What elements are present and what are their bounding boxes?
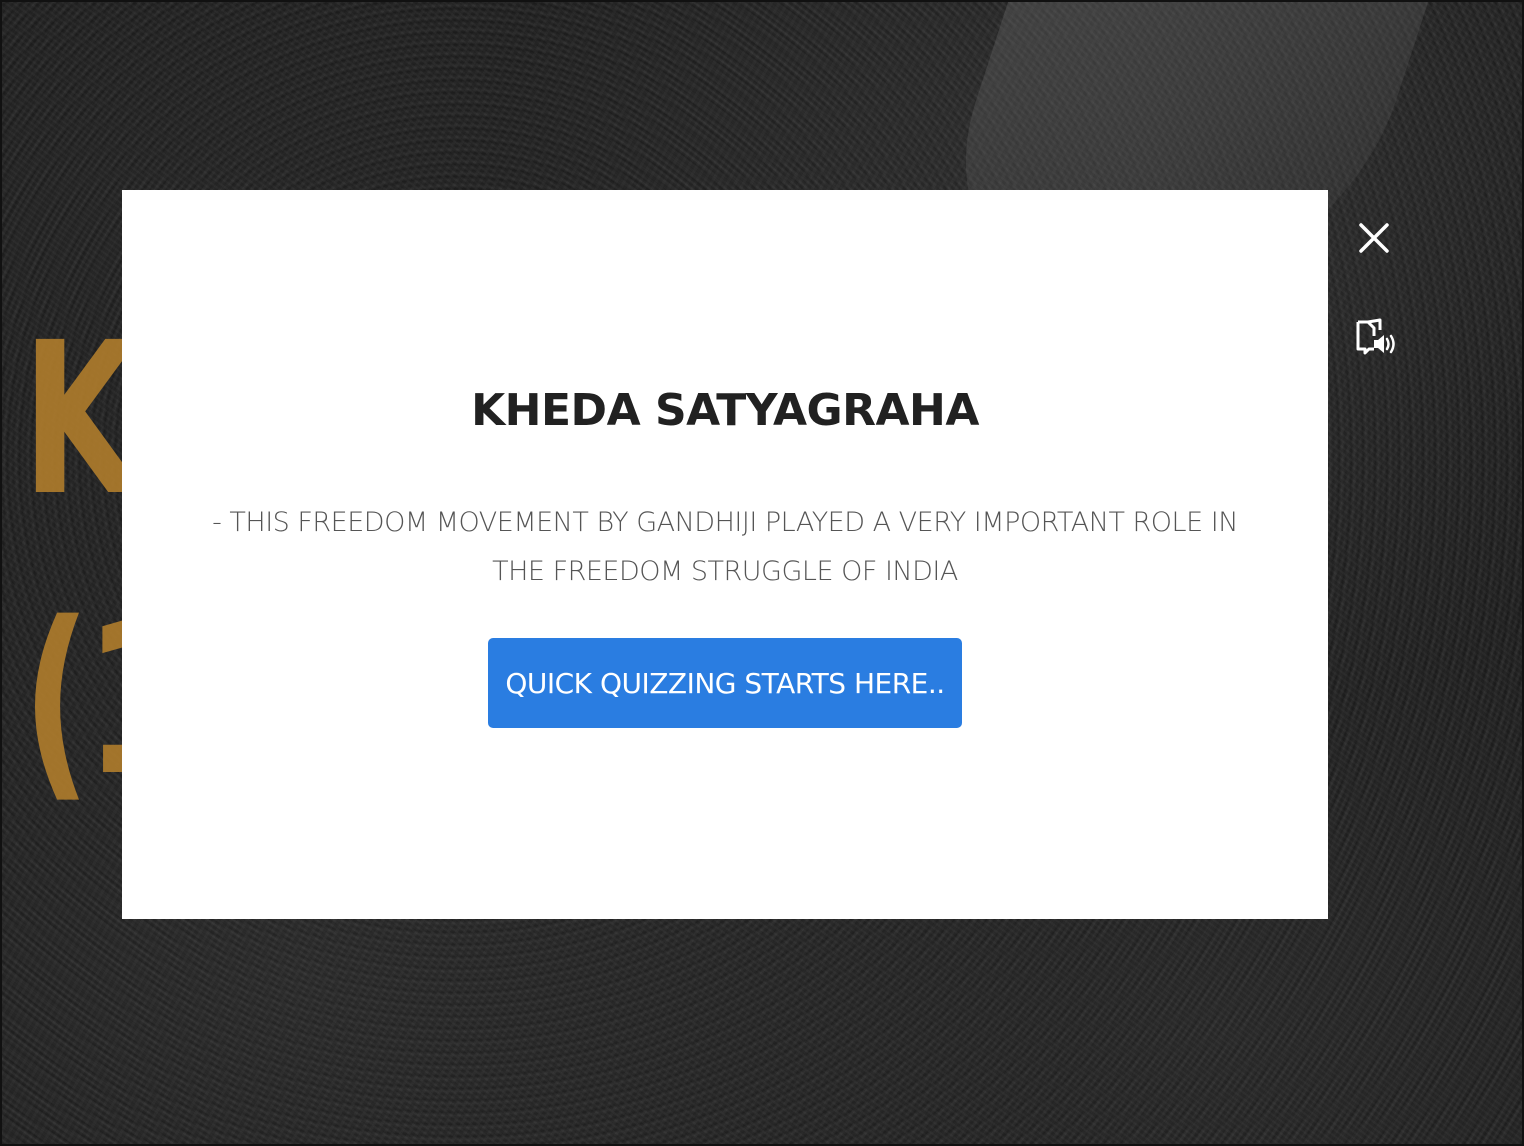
close-button[interactable] bbox=[1354, 218, 1394, 258]
background-title-word: K bbox=[22, 297, 139, 542]
intro-modal: KHEDA SATYAGRAHA - THIS FREEDOM MOVEMENT… bbox=[122, 190, 1328, 919]
start-quiz-button[interactable]: QUICK QUIZZING STARTS HERE.. bbox=[488, 638, 962, 728]
close-icon bbox=[1359, 223, 1389, 253]
book-audio-icon bbox=[1356, 318, 1395, 355]
modal-description: - THIS FREEDOM MOVEMENT BY GANDHIJI PLAY… bbox=[212, 507, 1238, 587]
modal-title: KHEDA SATYAGRAHA bbox=[471, 385, 979, 436]
app-stage: K (1 KHEDA SATYAGRAHA - THIS FREEDOM MOV… bbox=[0, 0, 1524, 1146]
audio-narration-button[interactable] bbox=[1354, 316, 1398, 360]
